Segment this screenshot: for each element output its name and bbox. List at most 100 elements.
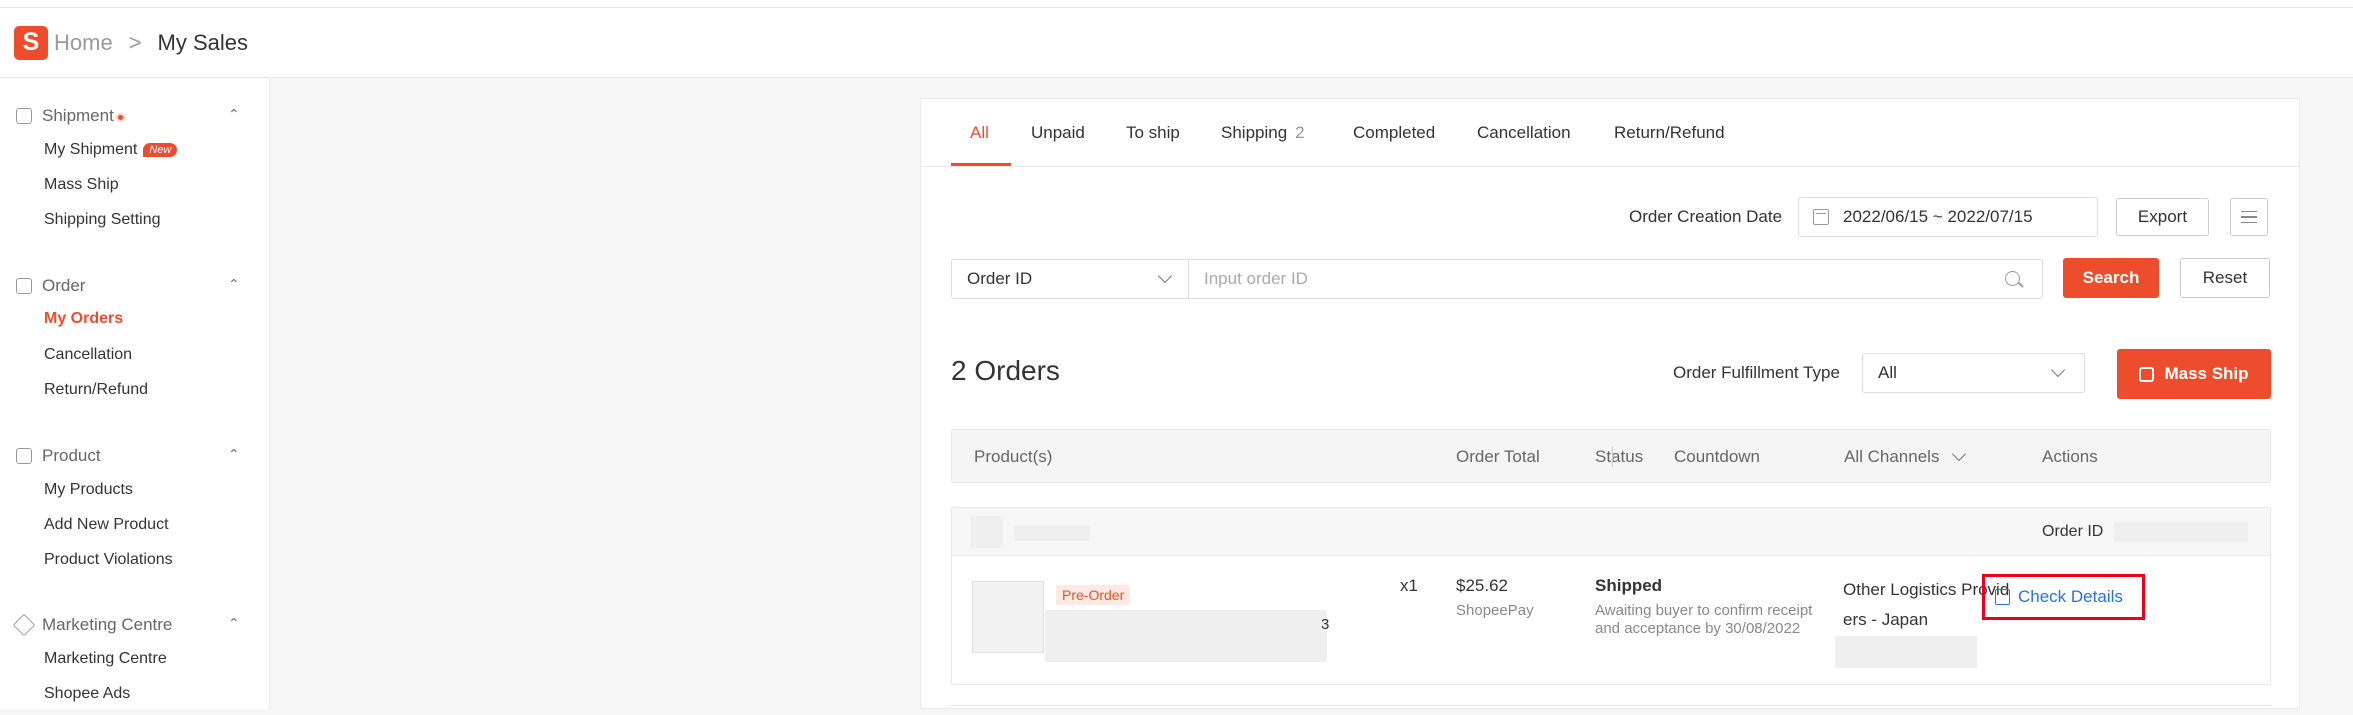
th-products: Product(s) [974,447,1053,466]
status-note-line2: and acceptance by 30/08/2022 [1595,620,1801,637]
sidebar-item-shipping-setting[interactable]: Shipping Setting [44,211,161,229]
tab-cancellation[interactable]: Cancellation [1477,123,1571,143]
sidebar-section-title: Marketing Centre [42,615,173,634]
fulfillment-type-select[interactable]: All [1862,353,2085,393]
new-badge: New [143,142,178,157]
mass-ship-button[interactable]: Mass Ship [2117,349,2271,399]
tab-completed[interactable]: Completed [1353,123,1435,143]
order-icon [16,278,32,294]
search-type-value: Order ID [967,269,1033,288]
tab-count: 2 [1295,123,1305,142]
product-quantity: x1 [1400,576,1418,595]
tab-all[interactable]: All [970,123,989,143]
fulfillment-type-label: Order Fulfillment Type [1673,363,1840,382]
page-header: S Home > My Sales [0,8,2353,78]
order-id-label: Order ID [2042,523,2104,540]
pre-order-tag: Pre-Order [1056,585,1131,605]
mass-ship-label: Mass Ship [2164,364,2249,383]
date-range-value: 2022/06/15 ~ 2022/07/15 [1843,207,2033,226]
sidebar-item-add-new-product[interactable]: Add New Product [44,516,169,534]
product-icon [16,448,32,464]
sidebar-item-my-shipment[interactable]: My Shipment New [44,141,178,159]
reset-button[interactable]: Reset [2180,258,2270,298]
check-details-link: Check Details [2018,587,2123,606]
sidebar-item-shopee-ads[interactable]: Shopee Ads [44,685,130,703]
th-status: Status [1595,447,1644,466]
orders-count: 2 Orders [951,355,1060,386]
chevron-up-icon[interactable]: ⌃ [228,106,240,123]
sidebar-section-marketing[interactable]: Marketing Centre [12,613,173,637]
check-details-button[interactable]: Check Details [1982,574,2145,620]
product-name-tail: 3 [1321,616,1330,633]
sidebar-section-shipment[interactable]: Shipment [16,106,125,126]
buyer-name-redacted [1014,525,1090,541]
status-note-line1: Awaiting buyer to confirm receipt [1595,602,1813,619]
sidebar-item-cancellation[interactable]: Cancellation [44,346,132,364]
shopee-logo[interactable]: S [14,25,48,60]
order-id-redacted [2114,522,2248,542]
breadcrumb-separator-icon: > [128,29,142,55]
column-divider [1612,447,1613,467]
order-card-header: Order ID [952,508,2270,556]
sidebar-section-title: Order [42,276,86,295]
sidebar-item-my-orders[interactable]: My Orders [44,310,123,328]
breadcrumb-current: My Sales [157,29,249,55]
th-order-total: Order Total [1456,447,1540,466]
sidebar-item-label: My Shipment [44,141,138,158]
chevron-down-icon [1157,268,1173,284]
sidebar-item-product-violations[interactable]: Product Violations [44,551,173,569]
chevron-down-icon [2050,362,2066,378]
export-history-menu-icon[interactable] [2230,198,2268,236]
orders-panel: All Unpaid To ship Shipping 2 Completed C… [920,98,2300,709]
tag-icon [12,613,36,637]
chevron-up-icon[interactable]: ⌃ [228,615,240,632]
sidebar-item-mass-ship[interactable]: Mass Ship [44,176,119,194]
fulfillment-type-value: All [1878,363,1897,382]
buyer-avatar [971,516,1003,548]
product-name-redacted [1045,610,1327,662]
notification-dot [115,112,125,122]
order-id-input[interactable]: Input order ID [1188,259,2043,299]
tracking-number-redacted [1835,636,1977,668]
tab-unpaid[interactable]: Unpaid [1031,123,1085,143]
product-thumbnail[interactable] [972,581,1044,653]
tab-to-ship[interactable]: To ship [1126,123,1180,143]
table-header: Product(s) Order Total Status Countdown … [951,429,2271,483]
next-order-card [951,705,2271,715]
search-icon[interactable] [2005,271,2020,286]
export-button[interactable]: Export [2116,198,2209,236]
order-tabs: All Unpaid To ship Shipping 2 Completed C… [921,99,2299,167]
chevron-down-icon [1952,446,1967,462]
sidebar: Shipment ⌃ My Shipment New Mass Ship Ship… [0,79,270,709]
breadcrumb-home[interactable]: Home [54,30,113,56]
th-actions: Actions [2042,447,2098,466]
search-type-select[interactable]: Order ID [951,259,1189,299]
sidebar-section-title: Shipment [42,106,114,125]
active-tab-indicator [951,163,1011,166]
package-icon [16,108,32,124]
search-button[interactable]: Search [2063,258,2159,298]
channel-line2: ers - Japan [1843,610,1929,629]
document-icon [1995,589,2010,605]
sidebar-item-marketing-centre[interactable]: Marketing Centre [44,650,167,668]
sidebar-section-order[interactable]: Order [16,276,85,296]
tab-label: Shipping [1221,123,1288,142]
calendar-icon [1813,209,1829,225]
tab-return-refund[interactable]: Return/Refund [1614,123,1725,143]
top-strip [0,0,2353,8]
ship-icon [2139,366,2155,382]
chevron-up-icon[interactable]: ⌃ [228,276,240,293]
chevron-up-icon[interactable]: ⌃ [228,446,240,463]
th-channels[interactable]: All Channels [1844,446,1967,467]
order-status: Shipped [1595,576,1663,595]
order-total: $25.62 [1456,576,1508,595]
th-countdown: Countdown [1674,447,1761,466]
sidebar-item-return-refund[interactable]: Return/Refund [44,381,148,399]
order-card: Order ID Pre-Order 3 x1 $25.62 ShopeePay… [951,507,2271,685]
date-range-picker[interactable]: 2022/06/15 ~ 2022/07/15 [1798,197,2098,237]
sidebar-section-title: Product [42,446,101,465]
tab-shipping[interactable]: Shipping 2 [1221,123,1305,143]
sidebar-item-my-products[interactable]: My Products [44,481,133,499]
sidebar-section-product[interactable]: Product [16,446,101,466]
payment-method: ShopeePay [1456,602,1534,619]
